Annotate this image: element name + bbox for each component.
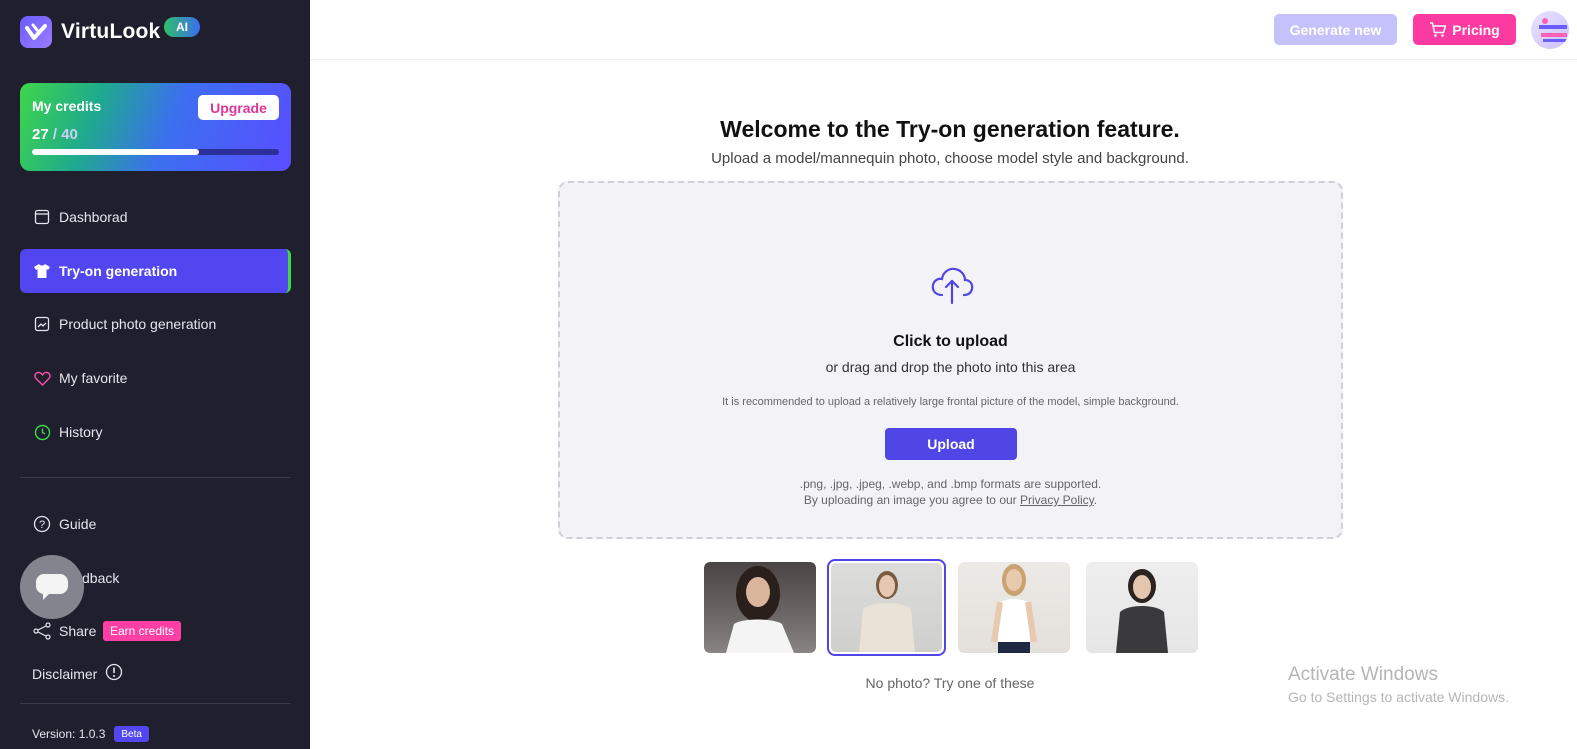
ai-badge: AI bbox=[164, 17, 200, 37]
help-icon: ? bbox=[33, 515, 51, 533]
cloud-upload-icon bbox=[930, 265, 974, 310]
sample-photo-2[interactable] bbox=[827, 559, 946, 656]
nav-dashboard[interactable]: Dashborad bbox=[20, 195, 291, 239]
nav-history-label: History bbox=[59, 424, 103, 440]
nav-favorite[interactable]: My favorite bbox=[20, 356, 291, 400]
sidebar: VirtuLook AI My credits Upgrade 27 / 40 … bbox=[0, 0, 310, 749]
credits-used: 27 bbox=[32, 126, 49, 143]
nav-feedback-label: dback bbox=[82, 570, 120, 586]
upload-dropzone[interactable]: Click to upload or drag and drop the pho… bbox=[558, 181, 1343, 539]
generate-new-button[interactable]: Generate new bbox=[1274, 14, 1397, 45]
pricing-label: Pricing bbox=[1452, 21, 1500, 38]
nav-favorite-label: My favorite bbox=[59, 370, 128, 386]
privacy-policy-link[interactable]: Privacy Policy bbox=[1020, 493, 1094, 507]
sidebar-divider-bottom bbox=[20, 703, 291, 704]
pricing-button[interactable]: Pricing bbox=[1413, 14, 1516, 45]
nav-tryon[interactable]: Try-on generation bbox=[20, 249, 291, 293]
credits-label: My credits bbox=[32, 98, 102, 114]
windows-watermark-title: Activate Windows bbox=[1288, 664, 1438, 685]
chat-button[interactable] bbox=[20, 555, 84, 619]
product-photo-icon bbox=[33, 315, 51, 333]
credits-card: My credits Upgrade 27 / 40 bbox=[20, 83, 291, 171]
svg-text:?: ? bbox=[39, 519, 45, 531]
beta-badge: Beta bbox=[114, 726, 149, 742]
windows-watermark-subtitle: Go to Settings to activate Windows. bbox=[1288, 689, 1509, 705]
credits-count: 27 / 40 bbox=[32, 126, 78, 143]
disclaimer-label: Disclaimer bbox=[32, 665, 98, 682]
sidebar-divider bbox=[20, 477, 291, 478]
page-subtitle: Upload a model/mannequin photo, choose m… bbox=[711, 150, 1189, 167]
agree-prefix: By uploading an image you agree to our bbox=[803, 493, 1020, 507]
agree-suffix: . bbox=[1093, 493, 1098, 507]
history-icon bbox=[33, 423, 51, 441]
credits-progress-fill bbox=[32, 149, 199, 155]
nav-share-label: Share bbox=[59, 623, 97, 639]
credits-total: 40 bbox=[61, 126, 78, 143]
app-name: VirtuLook bbox=[61, 20, 161, 43]
sample-photo-image bbox=[831, 563, 942, 652]
info-icon bbox=[105, 663, 123, 684]
nav-history[interactable]: History bbox=[20, 410, 291, 454]
sample-photo-4[interactable] bbox=[1086, 562, 1198, 653]
version-text: Version: 1.0.3 bbox=[32, 727, 106, 741]
share-icon bbox=[33, 622, 51, 640]
drag-drop-text: or drag and drop the photo into this are… bbox=[825, 359, 1076, 375]
nav-product[interactable]: Product photo generation bbox=[20, 302, 291, 346]
chat-icon bbox=[36, 574, 68, 600]
sample-photo-image bbox=[704, 562, 816, 653]
supported-formats-text: .png, .jpg, .jpeg, .webp, and .bmp forma… bbox=[799, 477, 1102, 491]
heart-icon bbox=[33, 369, 51, 387]
logo-icon bbox=[20, 16, 52, 48]
sample-photo-1[interactable] bbox=[704, 562, 816, 653]
nav-dashboard-label: Dashborad bbox=[59, 209, 128, 225]
nav-guide-label: Guide bbox=[59, 516, 97, 532]
try-samples-text: No photo? Try one of these bbox=[865, 675, 1035, 691]
nav-product-label: Product photo generation bbox=[59, 316, 217, 332]
recommendation-text: It is recommended to upload a relatively… bbox=[722, 396, 1179, 408]
cart-icon bbox=[1430, 21, 1447, 37]
privacy-agreement: By uploading an image you agree to our P… bbox=[560, 493, 1341, 507]
shirt-icon bbox=[33, 262, 51, 280]
version-info: Version: 1.0.3 Beta bbox=[32, 726, 149, 742]
credits-separator: / bbox=[48, 126, 62, 143]
top-bar: Generate new Pricing bbox=[310, 0, 1577, 60]
sample-photo-image bbox=[958, 562, 1070, 653]
page-title: Welcome to the Try-on generation feature… bbox=[720, 116, 1180, 142]
sample-photo-image bbox=[1086, 562, 1198, 653]
click-to-upload-label: Click to upload bbox=[893, 333, 1008, 350]
credits-progress-bar bbox=[32, 149, 279, 155]
nav-guide[interactable]: ? Guide bbox=[20, 502, 291, 546]
disclaimer-link[interactable]: Disclaimer bbox=[32, 663, 123, 684]
upload-button[interactable]: Upload bbox=[885, 428, 1017, 460]
nav-tryon-label: Try-on generation bbox=[59, 263, 178, 279]
upgrade-button[interactable]: Upgrade bbox=[198, 95, 279, 120]
earn-credits-badge[interactable]: Earn credits bbox=[103, 621, 182, 641]
brand[interactable]: VirtuLook bbox=[20, 16, 160, 48]
dashboard-icon bbox=[33, 208, 51, 226]
sample-photo-3[interactable] bbox=[958, 562, 1070, 653]
avatar[interactable] bbox=[1531, 11, 1569, 49]
